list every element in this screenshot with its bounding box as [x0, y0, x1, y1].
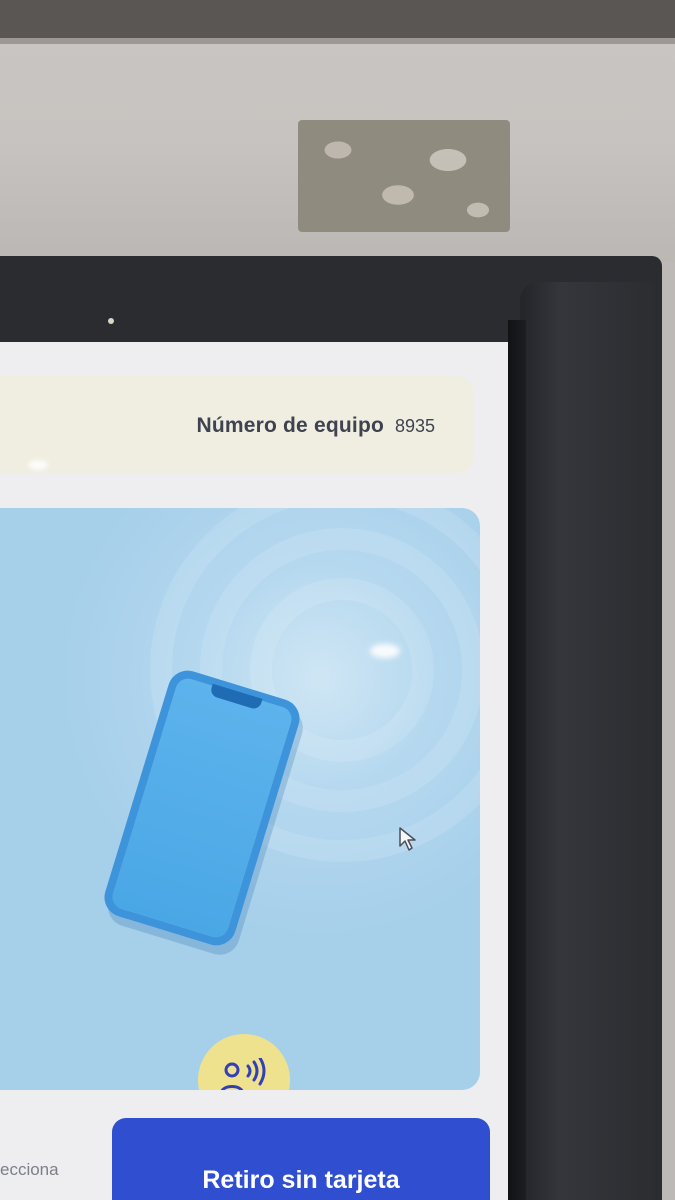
atm-housing-edge — [0, 38, 675, 44]
equipo-label: Número de equipo — [196, 414, 384, 437]
screen-bezel-side — [520, 282, 655, 1200]
retiro-sin-tarjeta-button[interactable]: Retiro sin tarjeta — [112, 1118, 490, 1200]
contactless-illustration-panel — [0, 508, 480, 1090]
screen-glare — [28, 460, 48, 470]
atm-screen: Número de equipo 8935 ecciona Retiro sin… — [0, 342, 508, 1200]
contactless-user-icon — [198, 1034, 290, 1090]
equipo-number: 8935 — [394, 416, 435, 436]
indicator-dot — [108, 318, 114, 324]
bezel-shadow — [508, 320, 526, 1200]
footer-left-option[interactable]: ecciona — [0, 1160, 59, 1180]
worn-sticker — [298, 120, 510, 232]
panel-glare — [370, 644, 400, 658]
mouse-pointer-icon — [399, 827, 416, 851]
